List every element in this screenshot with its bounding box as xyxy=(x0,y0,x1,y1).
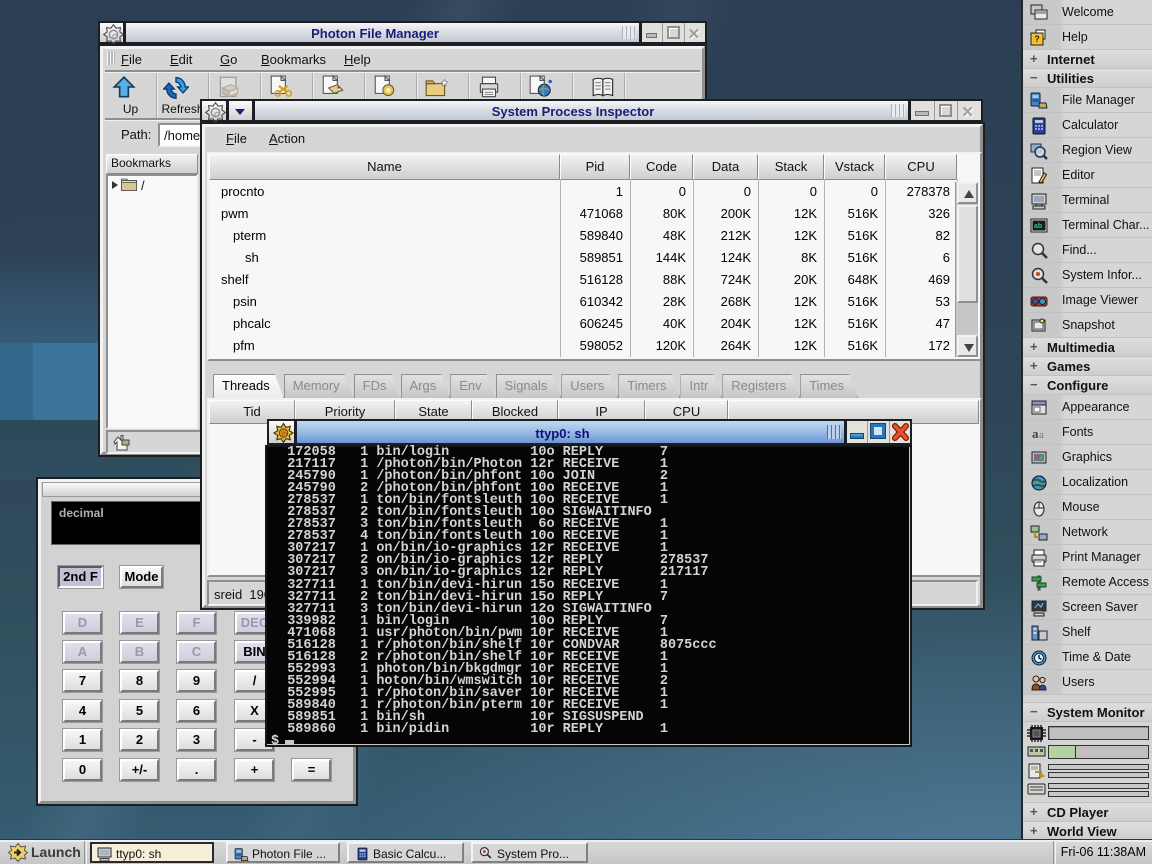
svg-text:a: a xyxy=(1032,426,1039,441)
svg-text:?: ? xyxy=(1034,34,1040,44)
svg-text:ab: ab xyxy=(1034,223,1042,230)
svg-text:a: a xyxy=(1039,429,1044,441)
